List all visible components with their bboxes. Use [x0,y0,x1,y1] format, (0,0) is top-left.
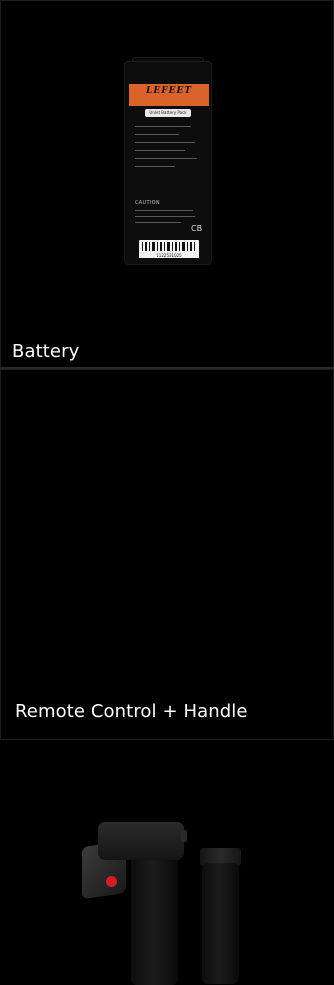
battery-label-band: LEFEET [129,84,209,106]
battery-spec-line [135,142,195,143]
product-card-remote-control-handle[interactable]: Remote Control + Handle [0,369,334,985]
battery-image: LEFEET Unlet Battery Pack CAUTION CB 112… [124,57,212,265]
remote-grip [131,850,178,985]
remote-red-button [106,876,117,887]
battery-cert-mark: CB [191,224,203,233]
battery-warning-line [135,210,193,211]
product-card-battery[interactable]: LEFEET Unlet Battery Pack CAUTION CB 112… [0,0,334,368]
battery-warning-line [135,222,181,223]
battery-warning-line [135,216,195,217]
battery-spec-line [135,158,197,159]
battery-pill-label: Unlet Battery Pack [145,109,191,117]
product-label-remote-control-handle: Remote Control + Handle [15,701,248,722]
battery-spec-line [135,150,185,151]
battery-body: LEFEET Unlet Battery Pack CAUTION CB 112… [124,61,212,265]
product-label-battery: Battery [12,341,80,362]
handle-grip [202,863,239,984]
battery-brand-logo: LEFEET [146,86,192,96]
remote-knob [181,830,187,842]
remote-head [98,822,184,860]
battery-spec-line [135,126,191,127]
battery-spec-line [135,134,179,135]
battery-spec-line [135,166,175,167]
battery-caution-text: CAUTION [135,200,160,206]
battery-barcode-number: 1122531025 [139,253,199,258]
